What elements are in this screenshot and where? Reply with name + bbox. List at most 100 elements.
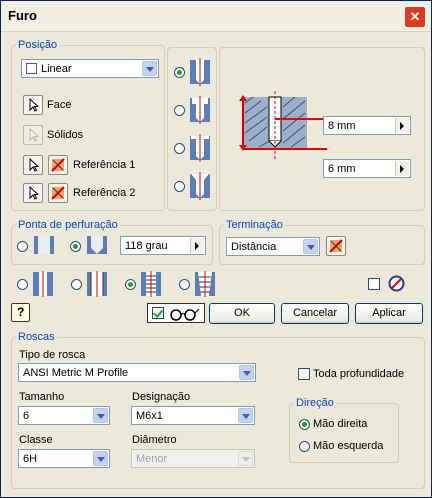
threads-legend: Roscas (18, 331, 55, 343)
reference2-select-button[interactable] (23, 183, 43, 203)
designation-combo[interactable]: M6x1 (131, 406, 255, 425)
apply-button[interactable]: Aplicar (355, 303, 423, 324)
hole-dialog: Furo ✕ Posição Linear Face Sólidos Refer… (0, 0, 432, 498)
tap-clearance-radio[interactable] (71, 279, 82, 290)
reference1-flip-button[interactable] (48, 155, 68, 175)
preview-glasses-toggle[interactable] (147, 303, 205, 323)
flip-direction-icon (51, 158, 65, 172)
no-entry-icon[interactable] (388, 275, 405, 292)
hole-type-counterbore-radio[interactable] (174, 105, 185, 116)
arrow-right-icon[interactable] (395, 161, 409, 176)
face-select-button[interactable] (23, 95, 43, 115)
right-hand-label: Mão direita (313, 418, 368, 430)
arrow-right-icon[interactable] (395, 118, 409, 133)
direction-group: Direção (289, 397, 399, 463)
chevron-down-icon (238, 451, 253, 466)
spotface-hole-icon (190, 134, 210, 162)
reference1-label: Referência 1 (73, 159, 136, 171)
glasses-icon (170, 308, 200, 321)
cancel-button[interactable]: Cancelar (281, 303, 349, 324)
designation-label: Designação (132, 391, 191, 403)
dialog-title: Furo (8, 8, 37, 23)
cursor-arrow-icon (29, 157, 40, 172)
flip-direction-icon (51, 186, 65, 200)
thread-type-combo[interactable]: ANSI Metric M Profile (18, 363, 256, 382)
tap-simple-radio[interactable] (17, 279, 28, 290)
flip-direction-icon (329, 239, 343, 253)
help-icon: ? (17, 305, 25, 319)
dimension-bottom-input[interactable]: 6 mm (323, 159, 411, 178)
solids-select-button[interactable] (23, 125, 43, 145)
left-hand-radio[interactable] (299, 441, 310, 452)
preview-glasses-checkbox[interactable] (152, 307, 164, 319)
placement-value: Linear (41, 63, 72, 75)
clearance-hole-icon (87, 271, 107, 297)
tapped-hole-icon (141, 271, 161, 297)
ok-button[interactable]: OK (209, 303, 275, 324)
reference2-flip-button[interactable] (48, 183, 68, 203)
class-label: Classe (19, 434, 53, 446)
right-hand-radio[interactable] (299, 419, 310, 430)
countersink-hole-icon (190, 172, 210, 200)
chevron-down-icon (239, 365, 254, 380)
diameter-value: Menor (136, 453, 168, 465)
reference1-select-button[interactable] (23, 155, 43, 175)
placement-combo[interactable]: Linear (21, 59, 159, 78)
close-button[interactable]: ✕ (404, 6, 426, 28)
termination-legend: Terminação (226, 219, 283, 231)
simple-hole-icon (33, 271, 53, 297)
diameter-combo[interactable]: Menor (131, 449, 255, 468)
cursor-arrow-icon (29, 127, 40, 142)
hole-type-spotface-radio[interactable] (174, 143, 185, 154)
drill-angle-input[interactable]: 118 grau (120, 236, 206, 255)
dimension-bottom-value: 6 mm (328, 163, 356, 175)
reference2-label: Referência 2 (73, 187, 136, 199)
designation-value: M6x1 (136, 410, 163, 422)
thread-type-value: ANSI Metric M Profile (23, 367, 129, 379)
termination-flip-button[interactable] (326, 236, 346, 256)
title-bar: Furo ✕ (1, 1, 431, 32)
hole-type-countersink-radio[interactable] (174, 181, 185, 192)
chevron-down-icon (142, 61, 157, 76)
chevron-down-icon (93, 451, 108, 466)
class-value: 6H (23, 453, 38, 465)
cursor-arrow-icon (29, 185, 40, 200)
tap-taper-radio[interactable] (179, 279, 190, 290)
size-combo[interactable]: 6 (18, 406, 110, 425)
termination-combo[interactable]: Distância (226, 237, 320, 256)
left-hand-label: Mão esquerda (313, 440, 384, 452)
angled-drill-point-icon (87, 236, 107, 254)
taper-tapped-hole-icon (195, 271, 215, 297)
help-button[interactable]: ? (11, 303, 30, 322)
position-legend: Posição (18, 39, 58, 51)
class-combo[interactable]: 6H (18, 449, 110, 468)
linear-placement-icon (26, 63, 37, 74)
size-value: 6 (23, 410, 30, 422)
dimension-top-input[interactable]: 8 mm (323, 116, 411, 135)
diameter-label: Diâmetro (132, 434, 177, 446)
cursor-arrow-icon (29, 97, 40, 112)
counterbore-hole-icon (190, 96, 210, 124)
chevron-down-icon (93, 408, 108, 423)
dimension-top-value: 8 mm (328, 120, 356, 132)
face-label: Face (47, 99, 72, 111)
hole-type-drilled-radio[interactable] (174, 67, 185, 78)
drilled-hole-icon (190, 58, 210, 86)
chevron-down-icon (238, 408, 253, 423)
tap-tapped-radio[interactable] (125, 279, 136, 290)
arrow-right-icon[interactable] (190, 238, 204, 253)
chevron-down-icon (303, 239, 318, 254)
full-depth-checkbox[interactable] (298, 368, 310, 380)
termination-value: Distância (231, 241, 277, 253)
direction-legend: Direção (296, 397, 334, 409)
flat-drill-point-icon (34, 236, 54, 254)
drill-point-flat-radio[interactable] (17, 241, 28, 252)
drill-point-angle-radio[interactable] (70, 241, 81, 252)
solids-label: Sólidos (47, 129, 84, 141)
size-label: Tamanho (19, 391, 65, 403)
drill-point-legend: Ponta de perfuração (18, 219, 118, 231)
preview-toggle-checkbox[interactable] (368, 278, 380, 290)
full-depth-label: Toda profundidade (313, 368, 405, 380)
hole-preview-diagram (239, 91, 327, 161)
drill-angle-value: 118 grau (125, 240, 168, 252)
